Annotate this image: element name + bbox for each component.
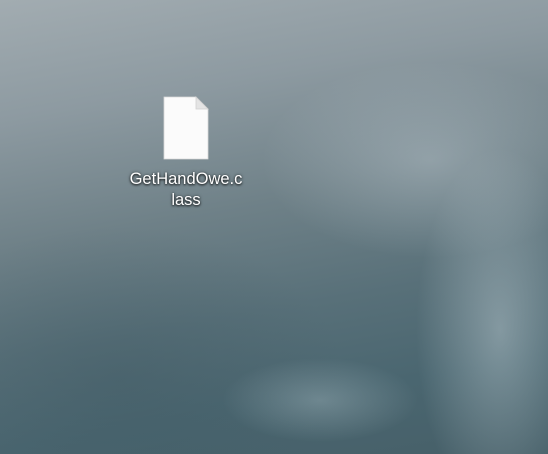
desktop-background[interactable]: GetHandOwe.class (0, 0, 548, 454)
desktop-file-item[interactable]: GetHandOwe.class (128, 94, 244, 211)
file-icon (163, 96, 209, 160)
file-name-label: GetHandOwe.class (129, 170, 243, 209)
